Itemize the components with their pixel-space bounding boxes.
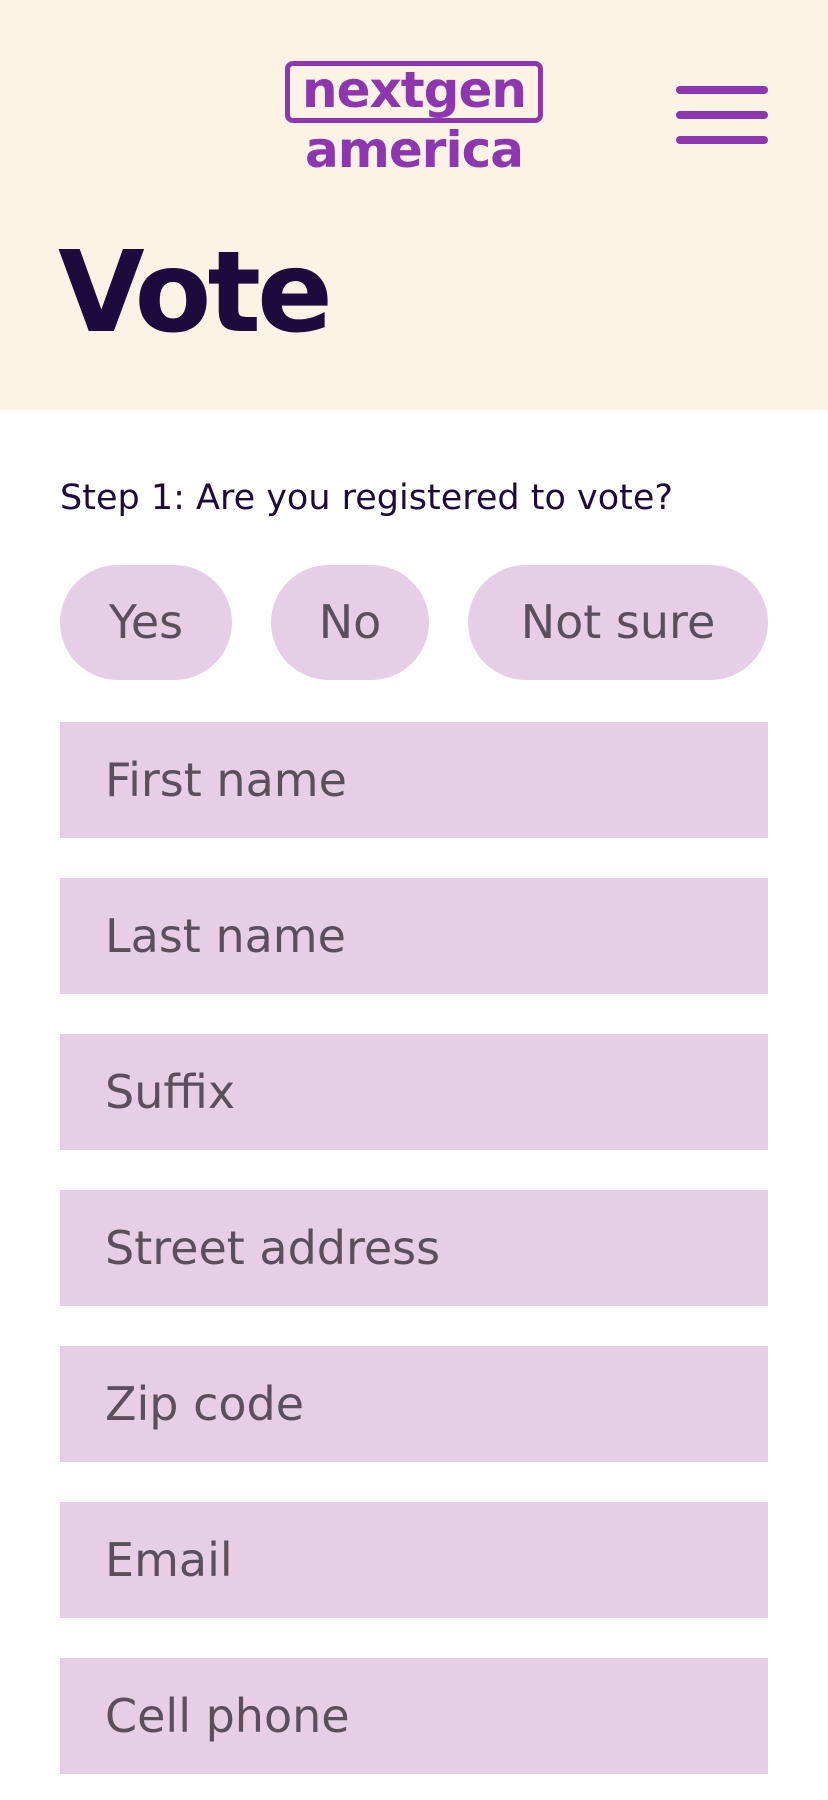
menu-bar bbox=[676, 86, 768, 94]
logo-text-top: nextgen bbox=[302, 61, 527, 119]
menu-bar bbox=[676, 111, 768, 119]
page-header: nextgen america Vote bbox=[0, 0, 828, 410]
choice-not-sure-button[interactable]: Not sure bbox=[468, 565, 768, 680]
suffix-field[interactable] bbox=[60, 1034, 768, 1150]
nextgen-america-logo[interactable]: nextgen america bbox=[283, 59, 545, 177]
zip-code-field[interactable] bbox=[60, 1346, 768, 1462]
choice-yes-button[interactable]: Yes bbox=[60, 565, 232, 680]
menu-bar bbox=[676, 136, 768, 144]
page-title: Vote bbox=[58, 228, 333, 358]
choice-no-button[interactable]: No bbox=[271, 565, 429, 680]
street-address-field[interactable] bbox=[60, 1190, 768, 1306]
email-field[interactable] bbox=[60, 1502, 768, 1618]
hamburger-menu-icon[interactable] bbox=[674, 84, 770, 146]
logo-text-bottom: america bbox=[305, 121, 524, 179]
last-name-field[interactable] bbox=[60, 878, 768, 994]
registration-question: Step 1: Are you registered to vote? bbox=[60, 478, 673, 518]
cell-phone-field[interactable] bbox=[60, 1658, 768, 1774]
first-name-field[interactable] bbox=[60, 722, 768, 838]
